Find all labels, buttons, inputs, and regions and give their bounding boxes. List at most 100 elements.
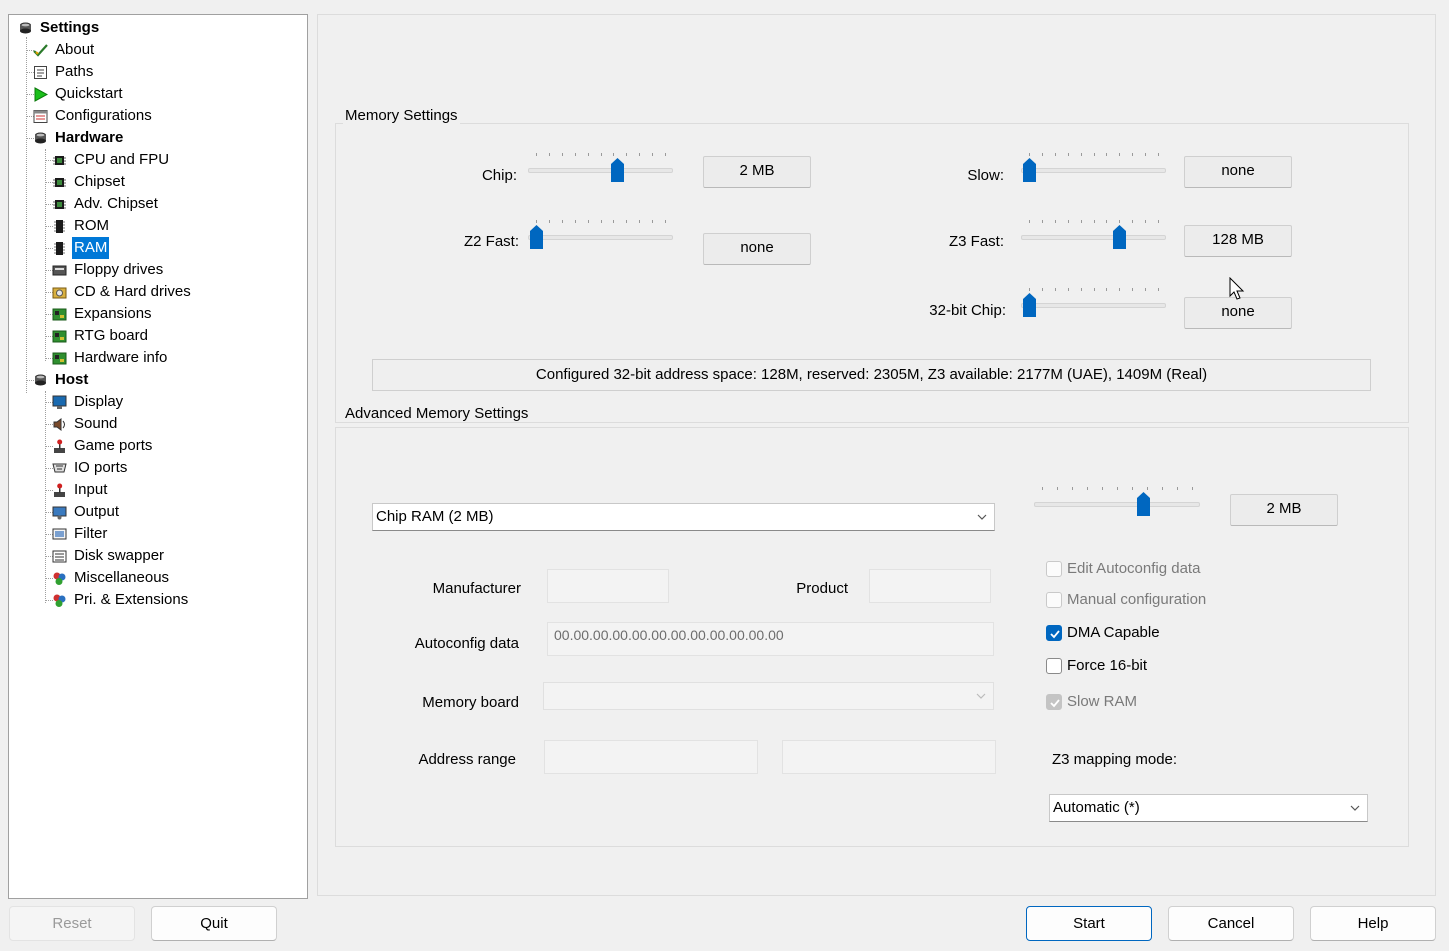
cancel-button[interactable]: Cancel xyxy=(1168,906,1294,941)
slider-tick xyxy=(626,220,628,223)
tree-item-label: IO ports xyxy=(74,459,128,476)
tree-item-label: Display xyxy=(74,393,124,410)
slider-tick xyxy=(1102,487,1103,490)
chip-icon xyxy=(53,200,66,209)
slider-thumb[interactable] xyxy=(610,158,624,182)
slider-tick xyxy=(1054,153,1056,156)
tree-item-label: Filter xyxy=(74,525,108,542)
quit-button[interactable]: Quit xyxy=(151,906,277,941)
slider-tick xyxy=(1072,487,1073,490)
manual-configuration-label: Manual configuration xyxy=(1067,591,1207,608)
tree-item-label: Disk swapper xyxy=(74,547,165,564)
slider-tick xyxy=(1177,487,1178,490)
chip-slider[interactable] xyxy=(528,153,673,183)
slider-thumb[interactable] xyxy=(1113,225,1127,249)
address-range-end-field[interactable] xyxy=(782,740,996,774)
slider-tick xyxy=(613,153,615,156)
slider-tick xyxy=(1067,220,1069,223)
slider-tick xyxy=(587,153,589,156)
slider-tick xyxy=(665,220,666,223)
slow-slider[interactable] xyxy=(1021,153,1166,183)
slider-tick xyxy=(1119,153,1121,156)
z3-fast-label: Z3 Fast: xyxy=(948,233,1004,250)
slider-tick xyxy=(613,220,615,223)
chip-icon xyxy=(53,156,66,165)
slider-tick xyxy=(1162,487,1163,490)
slider-ticks xyxy=(1034,487,1200,491)
slider-ticks xyxy=(1021,220,1166,224)
dma-capable-label: DMA Capable xyxy=(1067,624,1160,641)
slider-tick xyxy=(1080,153,1082,156)
tree-item-label: Quickstart xyxy=(55,85,123,102)
memory-board-select[interactable] xyxy=(543,682,994,710)
slider-ticks xyxy=(528,220,673,224)
tree-connector xyxy=(45,391,46,603)
edit-autoconfig-label: Edit Autoconfig data xyxy=(1067,560,1201,577)
advanced-size-slider[interactable] xyxy=(1034,487,1200,517)
ram-icon xyxy=(54,242,65,255)
slider-thumb[interactable] xyxy=(1023,158,1036,182)
product-field[interactable] xyxy=(869,569,991,603)
board-icon xyxy=(52,308,67,321)
slow-label: Slow: xyxy=(967,167,1004,184)
tree-item-label: RTG board xyxy=(74,327,148,344)
sound-icon xyxy=(53,418,65,431)
tree-item-label: Output xyxy=(74,503,120,520)
slider-tick xyxy=(1087,487,1088,490)
tree-item-label: Game ports xyxy=(74,437,153,454)
board-icon xyxy=(52,352,67,365)
z3-fast-value: 128 MB xyxy=(1184,225,1292,257)
z3-mapping-select[interactable]: Automatic (*) xyxy=(1049,794,1368,822)
slider-thumb[interactable] xyxy=(530,225,543,249)
checkmark-icon xyxy=(1050,630,1060,639)
start-button[interactable]: Start xyxy=(1026,906,1152,941)
force-16bit-label: Force 16-bit xyxy=(1067,657,1148,674)
tree-item-label: Miscellaneous xyxy=(74,569,170,586)
slider-ticks xyxy=(1021,153,1166,157)
slider-tick xyxy=(1054,220,1056,223)
slider-tick xyxy=(1119,220,1121,223)
settings-icon xyxy=(20,22,31,34)
slider-tick xyxy=(1057,487,1058,490)
chip32-slider[interactable] xyxy=(1021,288,1166,318)
slider-tick xyxy=(1054,288,1056,291)
settings-tree[interactable]: Settings About Paths Quickstart Configuratio… xyxy=(8,14,308,899)
product-label: Product xyxy=(796,580,848,597)
slider-track xyxy=(1021,303,1166,308)
memory-type-select[interactable]: Chip RAM (2 MB) xyxy=(372,503,995,531)
paths-icon xyxy=(34,66,47,79)
slider-tick xyxy=(587,220,589,223)
help-button[interactable]: Help xyxy=(1310,906,1436,941)
manufacturer-field[interactable] xyxy=(547,569,669,603)
slider-tick xyxy=(1132,220,1134,223)
slider-ticks xyxy=(528,153,673,157)
autoconfig-data-field[interactable]: 00.00.00.00.00.00.00.00.00.00.00.00 xyxy=(547,622,994,656)
display-icon xyxy=(52,395,67,409)
address-range-start-field[interactable] xyxy=(544,740,758,774)
slider-tick xyxy=(1041,220,1043,223)
slider-tick xyxy=(536,220,537,223)
slider-tick xyxy=(1041,288,1043,291)
slider-tick xyxy=(1192,487,1193,490)
disk-swapper-icon xyxy=(52,550,67,563)
slider-tick xyxy=(1119,288,1121,291)
memory-settings-title: Memory Settings xyxy=(343,107,460,124)
reset-button[interactable]: Reset xyxy=(9,906,135,941)
slider-tick xyxy=(1093,153,1095,156)
memory-board-label: Memory board xyxy=(422,694,519,711)
slider-tick xyxy=(1029,153,1030,156)
z3-fast-slider[interactable] xyxy=(1021,220,1166,250)
slider-thumb[interactable] xyxy=(1023,293,1036,317)
hardware-icon xyxy=(35,132,46,144)
tree-connector xyxy=(26,37,27,393)
autoconfig-data-label: Autoconfig data xyxy=(414,635,519,652)
z3-mapping-label: Z3 mapping mode: xyxy=(1052,751,1178,768)
chip-label: Chip: xyxy=(481,167,517,184)
tree-item-label: Floppy drives xyxy=(74,261,164,278)
slider-thumb[interactable] xyxy=(1136,492,1150,516)
slider-track xyxy=(528,235,673,240)
z2-fast-slider[interactable] xyxy=(528,220,673,250)
tree-item-label: Configurations xyxy=(55,107,152,124)
chevron-down-icon xyxy=(1350,805,1360,811)
slider-tick xyxy=(536,153,537,156)
